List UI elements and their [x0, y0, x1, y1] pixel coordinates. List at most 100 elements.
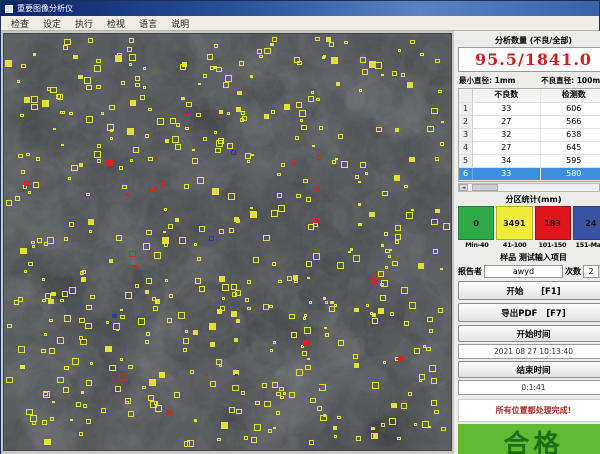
defect-marker-yellow	[33, 182, 39, 188]
scrollbar-thumb[interactable]	[472, 184, 498, 191]
defect-marker-yellow	[5, 60, 12, 67]
defect-marker-yellow	[354, 308, 359, 312]
table-row[interactable]: 133606	[459, 103, 600, 116]
defect-marker-yellow	[94, 151, 101, 158]
defect-marker-yellow	[427, 317, 433, 322]
defect-marker-yellow	[356, 436, 361, 441]
table-row[interactable]: 534595	[459, 155, 600, 168]
defect-marker-yellow	[50, 417, 54, 421]
table-row[interactable]: 427645	[459, 142, 600, 155]
defect-marker-yellow	[30, 415, 37, 422]
defect-marker-yellow	[390, 312, 394, 316]
defect-marker-yellow	[372, 382, 379, 389]
menu-item-0[interactable]: 检查	[5, 16, 35, 31]
defect-marker-yellow	[264, 48, 271, 54]
defect-marker-yellow	[135, 284, 139, 288]
defect-marker-yellow	[294, 57, 300, 63]
defect-marker-yellow	[172, 136, 179, 143]
defect-marker-yellow	[404, 185, 408, 188]
count-select[interactable]: 2 ▼	[583, 265, 600, 278]
defect-marker-yellow	[229, 228, 234, 233]
menu-item-4[interactable]: 语言	[133, 16, 163, 31]
defect-marker-yellow	[289, 392, 295, 398]
defect-marker-yellow	[435, 209, 440, 213]
defect-marker-yellow	[440, 142, 444, 146]
defect-marker-yellow	[307, 358, 310, 360]
app-window: 重要图像分析仪 检查设定执行检视语言说明 分析数量 (不良/全部) 95.5/1…	[0, 0, 600, 454]
defect-marker-yellow	[203, 74, 207, 78]
defect-marker-yellow	[371, 433, 378, 439]
defect-marker-yellow	[52, 401, 55, 403]
defect-marker-yellow	[272, 262, 276, 266]
table-row[interactable]: 332638	[459, 129, 600, 142]
defect-marker-yellow	[381, 244, 384, 247]
defect-marker-yellow	[329, 42, 334, 47]
menu-item-2[interactable]: 执行	[69, 16, 99, 31]
defect-marker-yellow	[401, 403, 407, 409]
defect-marker-red	[126, 193, 129, 196]
menu-item-3[interactable]: 检视	[101, 16, 131, 31]
defect-marker-yellow	[337, 416, 341, 419]
menu-item-5[interactable]: 说明	[165, 16, 195, 31]
defect-marker-yellow	[143, 86, 146, 89]
defect-marker-yellow	[76, 402, 81, 407]
defect-marker-yellow	[63, 387, 69, 393]
inspection-image[interactable]	[3, 33, 452, 451]
bad-count-cell: 33	[473, 168, 541, 180]
defect-marker-yellow	[216, 140, 223, 147]
results-table[interactable]: 不良数检测数1336062275663326384276455345956335…	[458, 88, 600, 182]
defect-marker-yellow	[406, 212, 413, 219]
title-bar: 重要图像分析仪	[1, 1, 599, 16]
defect-marker-yellow	[257, 49, 262, 54]
start-button[interactable]: 开始 [F1]	[458, 281, 600, 300]
defect-marker-yellow	[41, 349, 46, 353]
defect-marker-yellow	[64, 237, 68, 241]
menu-item-1[interactable]: 设定	[37, 16, 67, 31]
defect-marker-yellow	[434, 410, 439, 414]
defect-marker-yellow	[251, 154, 254, 156]
table-horizontal-scrollbar[interactable]: ◄ ►	[458, 183, 600, 192]
defect-marker-yellow	[178, 312, 185, 319]
defect-marker-yellow	[176, 123, 180, 127]
scroll-left-icon[interactable]: ◄	[459, 184, 468, 191]
defect-marker-yellow	[395, 234, 401, 240]
end-time-button[interactable]: 结束时间	[458, 361, 600, 378]
defect-marker-yellow	[120, 315, 125, 319]
defect-marker-yellow	[198, 83, 201, 85]
defect-marker-yellow	[300, 119, 303, 122]
defect-marker-yellow	[236, 319, 240, 323]
defect-marker-yellow	[190, 370, 194, 374]
defect-marker-yellow	[195, 278, 201, 284]
table-row[interactable]: 633580	[459, 168, 600, 181]
defect-marker-yellow	[232, 292, 237, 297]
defect-marker-yellow	[308, 224, 314, 230]
defect-marker-yellow	[296, 194, 301, 198]
defect-marker-yellow	[153, 306, 158, 311]
defect-marker-yellow	[31, 241, 35, 244]
defect-marker-yellow	[86, 193, 90, 196]
defect-marker-yellow	[337, 262, 344, 269]
defect-marker-yellow	[381, 423, 385, 427]
defect-marker-yellow	[264, 114, 269, 119]
defect-marker-red	[292, 162, 296, 166]
defect-marker-yellow	[216, 359, 222, 365]
defect-marker-red	[319, 385, 322, 388]
defect-marker-yellow	[306, 197, 311, 202]
table-row[interactable]: 227566	[459, 116, 600, 129]
reporter-input[interactable]	[484, 265, 563, 278]
export-pdf-button[interactable]: 导出PDF [F7]	[458, 303, 600, 322]
defect-marker-yellow	[47, 237, 54, 244]
defect-marker-yellow	[61, 144, 64, 146]
defect-marker-yellow	[18, 297, 23, 302]
defect-marker-red	[398, 356, 403, 361]
defect-marker-yellow	[334, 435, 337, 438]
defect-marker-yellow	[86, 305, 92, 310]
defect-marker-yellow	[366, 304, 369, 307]
defect-marker-yellow	[88, 219, 94, 225]
sample-input-title: 样品 测试输入项目	[458, 252, 600, 263]
defect-marker-yellow	[306, 261, 312, 267]
defect-marker-yellow	[154, 401, 158, 405]
scrollbar-track[interactable]	[468, 184, 599, 191]
zone-color-blocks: 0349118324	[458, 206, 600, 240]
start-time-button[interactable]: 开始时间	[458, 325, 600, 342]
